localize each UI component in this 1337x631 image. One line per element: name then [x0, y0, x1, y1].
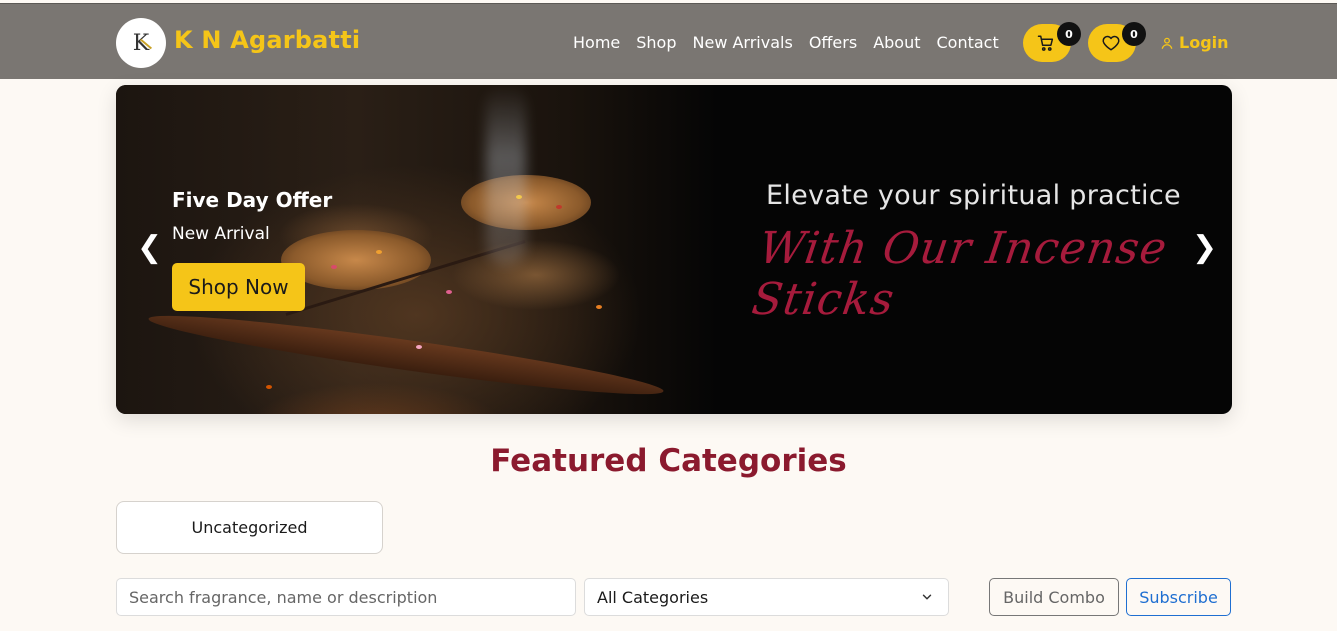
nav-link-shop[interactable]: Shop — [636, 33, 676, 52]
petal-shape — [596, 305, 602, 309]
build-combo-button[interactable]: Build Combo — [989, 578, 1119, 616]
nav-link-offers[interactable]: Offers — [809, 33, 857, 52]
petal-shape — [266, 385, 272, 389]
offer-title: Five Day Offer — [172, 188, 333, 212]
wishlist-count-badge: 0 — [1122, 22, 1146, 46]
category-select-value: All Categories — [597, 587, 709, 607]
user-icon — [1161, 37, 1173, 49]
petal-shape — [446, 290, 452, 294]
petal-shape — [416, 345, 422, 349]
login-label: Login — [1179, 33, 1229, 52]
incense-holder-shape — [146, 303, 666, 407]
cart-count-badge: 0 — [1057, 22, 1081, 46]
brand-name[interactable]: K N Agarbatti — [174, 26, 360, 54]
chevron-down-icon — [922, 594, 932, 600]
category-select[interactable]: All Categories — [584, 578, 949, 616]
wishlist-button[interactable]: 0 — [1088, 22, 1146, 62]
subscribe-button[interactable]: Subscribe — [1126, 578, 1231, 616]
category-card-uncategorized[interactable]: Uncategorized — [116, 501, 383, 554]
featured-categories-title: Featured Categories — [490, 443, 847, 479]
nav-link-about[interactable]: About — [873, 33, 920, 52]
login-link[interactable]: Login — [1160, 33, 1229, 52]
nav-link-contact[interactable]: Contact — [937, 33, 999, 52]
petal-shape — [331, 265, 337, 269]
nav-link-new-arrivals[interactable]: New Arrivals — [693, 33, 793, 52]
hero-incense-image — [116, 85, 716, 414]
shop-now-button[interactable]: Shop Now — [172, 263, 305, 311]
carousel-prev-arrow-icon[interactable]: ❮ — [137, 230, 162, 265]
brand-logo[interactable]: K — [116, 18, 166, 68]
cart-icon — [1037, 35, 1054, 51]
offer-subtitle: New Arrival — [172, 224, 270, 244]
petal-shape — [556, 205, 562, 209]
hero-script-text: With Our Incense Sticks — [748, 223, 1171, 325]
navbar: K K N Agarbatti Home Shop New Arrivals O… — [0, 3, 1337, 79]
search-input[interactable] — [116, 578, 576, 616]
agarbatti-logo-icon: K — [133, 31, 152, 56]
bowl-shape — [461, 175, 591, 230]
heart-icon — [1102, 35, 1120, 51]
cart-button[interactable]: 0 — [1023, 22, 1081, 62]
hero-headline: Elevate your spiritual practice — [766, 180, 1181, 211]
nav-link-home[interactable]: Home — [573, 33, 620, 52]
petal-shape — [376, 250, 382, 254]
petal-shape — [516, 195, 522, 199]
main-nav: Home Shop New Arrivals Offers About Cont… — [573, 33, 1015, 52]
carousel-next-arrow-icon[interactable]: ❯ — [1192, 230, 1217, 265]
smoke-shape — [486, 85, 526, 265]
hero-carousel: Five Day Offer New Arrival Shop Now Elev… — [116, 85, 1232, 414]
